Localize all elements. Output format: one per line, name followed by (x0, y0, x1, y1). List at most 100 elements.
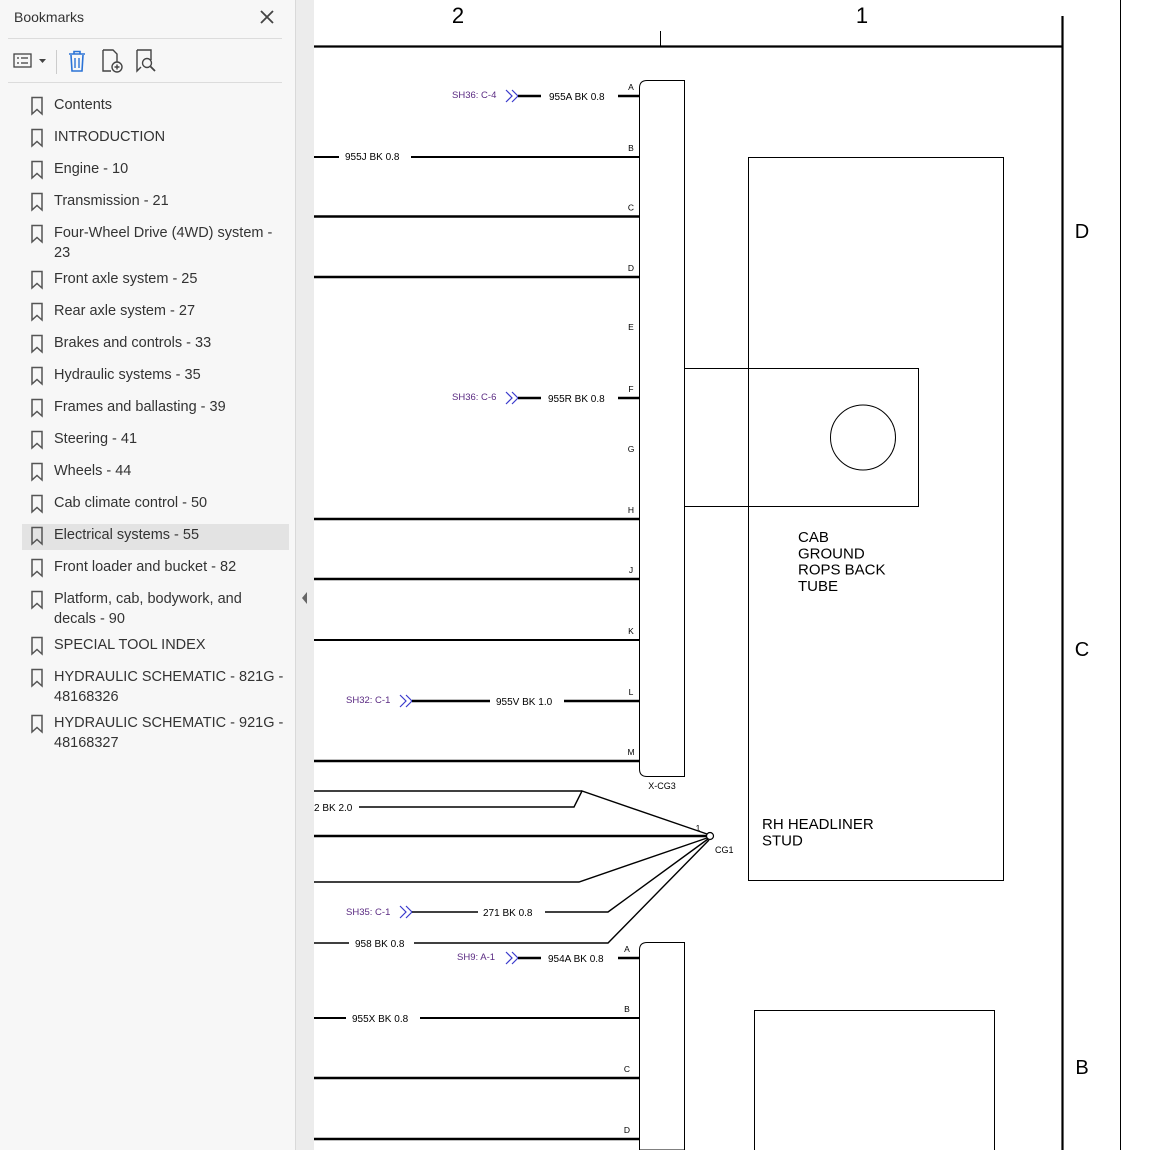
off-sheet-arrow (399, 905, 413, 919)
trash-icon[interactable] (64, 46, 90, 76)
bookmark-item[interactable]: Engine - 10 (22, 158, 289, 182)
bookmark-item[interactable]: INTRODUCTION (22, 126, 289, 150)
bookmark-item[interactable]: HYDRAULIC SCHEMATIC - 821G - 48168326 (22, 666, 289, 708)
wire (545, 838, 709, 913)
ground-stud-circle (830, 404, 896, 471)
bookmark-icon (30, 398, 44, 423)
pin-label: C (624, 1064, 630, 1074)
ground-label: CAB (798, 529, 829, 546)
pin-label: D (628, 263, 634, 273)
off-sheet-arrow (399, 694, 413, 708)
sheet-reference: SH35: C-1 (346, 907, 390, 918)
ground-label: RH HEADLINER (762, 816, 874, 833)
bookmark-icon (30, 526, 44, 551)
pin-label: A (628, 82, 634, 92)
pin-label: C (628, 203, 634, 213)
bookmark-label: Steering - 41 (54, 431, 138, 447)
connector-body (639, 942, 685, 1150)
bookmark-item[interactable]: SPECIAL TOOL INDEX (22, 634, 289, 658)
wire (359, 790, 708, 835)
close-icon[interactable] (257, 7, 277, 27)
wire (314, 837, 708, 883)
bookmark-item[interactable]: Electrical systems - 55 (22, 524, 289, 550)
wire-label: 271 BK 0.8 (483, 908, 533, 919)
wire (414, 839, 710, 944)
add-bookmark-icon[interactable] (98, 46, 126, 76)
off-sheet-arrow (505, 951, 519, 965)
bookmark-icon (30, 334, 44, 359)
bookmark-item[interactable]: Four-Wheel Drive (4WD) system - 23 (22, 222, 289, 264)
collapse-panel-icon[interactable] (296, 583, 314, 613)
bookmark-icon (30, 302, 44, 327)
pin-label: L (629, 687, 634, 697)
wire-label: 955A BK 0.8 (549, 92, 605, 103)
row-label: D (1075, 221, 1089, 243)
wire-label: 955R BK 0.8 (548, 394, 605, 405)
bookmark-icon (30, 366, 44, 391)
bookmark-label: Four-Wheel Drive (4WD) system - 23 (54, 225, 273, 261)
pin-label: H (628, 505, 634, 515)
bookmark-item[interactable]: Steering - 41 (22, 428, 289, 452)
bookmark-item[interactable]: Transmission - 21 (22, 190, 289, 214)
bookmark-icon (30, 224, 44, 249)
bookmark-label: Transmission - 21 (54, 193, 169, 209)
bookmark-icon (30, 714, 44, 739)
pin-label: J (629, 565, 633, 575)
column-label: 2 (452, 3, 464, 28)
ground-label: ROPS BACK (798, 562, 886, 579)
pin-label: A (624, 944, 630, 954)
bookmarks-toolbar (8, 44, 282, 78)
bookmark-item[interactable]: Contents (22, 94, 289, 118)
bookmark-label: Contents (54, 97, 113, 113)
bookmark-item[interactable]: Rear axle system - 27 (22, 300, 289, 324)
bookmark-icon (30, 430, 44, 455)
bookmark-label: INTRODUCTION (54, 129, 166, 145)
bookmark-item[interactable]: Front axle system - 25 (22, 268, 289, 292)
bookmark-label: HYDRAULIC SCHEMATIC - 921G - 48168327 (54, 715, 284, 751)
bookmark-item[interactable]: Wheels - 44 (22, 460, 289, 484)
pin-label: G (628, 444, 635, 454)
sheet-reference: SH36: C-4 (452, 90, 496, 101)
bookmark-icon (30, 636, 44, 661)
bookmark-item[interactable]: Hydraulic systems - 35 (22, 364, 289, 388)
bookmark-icon (30, 668, 44, 693)
bookmark-icon (30, 128, 44, 153)
ground-stud-box (684, 368, 919, 507)
bookmark-item[interactable]: Cab climate control - 50 (22, 492, 289, 516)
bookmark-label: HYDRAULIC SCHEMATIC - 821G - 48168326 (54, 669, 284, 705)
pin-label: M (627, 747, 634, 757)
pin-label: E (628, 322, 634, 332)
ground-box (754, 1010, 995, 1150)
pin-label: D (624, 1125, 630, 1135)
ground-box (748, 157, 1004, 881)
list-options-icon[interactable] (12, 46, 48, 76)
panel-splitter[interactable] (296, 0, 314, 1150)
bookmark-item[interactable]: Brakes and controls - 33 (22, 332, 289, 356)
bookmark-icon (30, 590, 44, 615)
bookmark-label: Frames and ballasting - 39 (54, 399, 226, 415)
bookmark-icon (30, 160, 44, 185)
bookmark-label: Rear axle system - 27 (54, 303, 196, 319)
pin-label: F (628, 384, 633, 394)
bookmark-label: Wheels - 44 (54, 463, 132, 479)
bookmark-item[interactable]: Front loader and bucket - 82 (22, 556, 289, 580)
bookmark-item[interactable]: HYDRAULIC SCHEMATIC - 921G - 48168327 (22, 712, 289, 754)
wire-label: 954A BK 0.8 (548, 954, 604, 965)
toolbar-separator (56, 50, 57, 74)
wiring-schematic: 2 1DCBX-CG3CABGROUNDROPS BACKTUBERH HEADL… (314, 0, 1121, 1150)
bookmark-label: Cab climate control - 50 (54, 495, 208, 511)
bookmark-icon (30, 494, 44, 519)
pin-label: B (624, 1004, 630, 1014)
ground-label: STUD (762, 832, 803, 849)
bookmark-item[interactable]: Platform, cab, bodywork, and decals - 90 (22, 588, 289, 630)
sheet-reference: SH36: C-6 (452, 392, 496, 403)
off-sheet-arrow (505, 391, 519, 405)
bookmark-item[interactable]: Frames and ballasting - 39 (22, 396, 289, 420)
bookmark-icon (30, 270, 44, 295)
sheet-reference: SH9: A-1 (457, 952, 495, 963)
panel-title: Bookmarks (14, 9, 85, 25)
pin-label: B (628, 143, 634, 153)
bookmarks-panel: Bookmarks Contents INTRODUCTION Engine -… (0, 0, 314, 1150)
search-bookmark-icon[interactable] (132, 46, 160, 76)
divider (8, 82, 282, 83)
